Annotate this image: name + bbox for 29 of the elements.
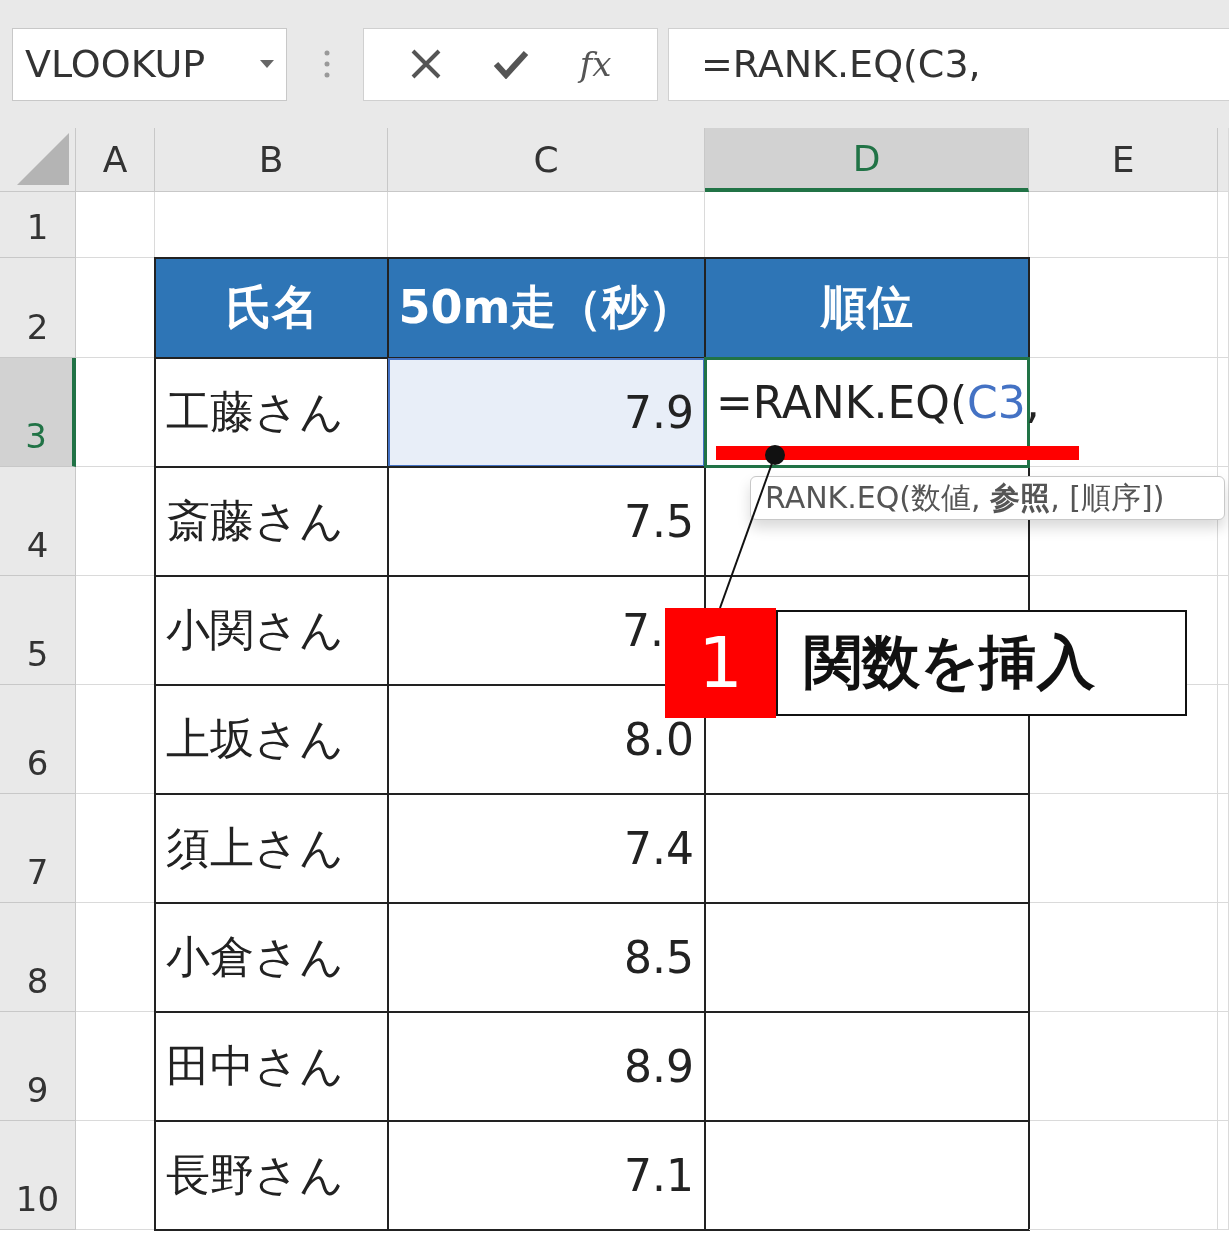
drag-handle-icon[interactable] (323, 49, 331, 79)
formula-field[interactable]: =RANK.EQ(C3, (668, 27, 1229, 101)
row-header[interactable]: 3 (0, 358, 76, 467)
column-header[interactable]: A (76, 128, 155, 192)
row-header[interactable]: 2 (0, 258, 76, 358)
step-number: 1 (665, 608, 776, 718)
row-header[interactable]: 5 (0, 576, 76, 685)
row-header[interactable]: 6 (0, 685, 76, 794)
dropdown-caret-icon[interactable] (260, 60, 274, 68)
insert-function-button[interactable]: fx (575, 40, 616, 88)
row-header[interactable]: 1 (0, 192, 76, 258)
row-header[interactable]: 10 (0, 1121, 76, 1230)
row-header[interactable]: 8 (0, 903, 76, 1012)
name-box[interactable]: VLOOKUP (12, 27, 287, 101)
table-cell: 長野さん (154, 1120, 389, 1231)
function-tooltip: RANK.EQ(数値, 参照, [順序]) (750, 476, 1225, 520)
column-header[interactable]: C (388, 128, 705, 192)
name-box-value: VLOOKUP (25, 42, 206, 86)
row-header[interactable]: 9 (0, 1012, 76, 1121)
row-header[interactable]: 7 (0, 794, 76, 903)
table-header-cell: 50m走（秒） (387, 257, 706, 359)
table-header-cell: 氏名 (154, 257, 389, 359)
callout-label: 関数を挿入 (776, 610, 1187, 716)
table-cell: 7.9 (387, 357, 706, 468)
column-header[interactable]: B (155, 128, 388, 192)
column-header[interactable]: D (705, 128, 1029, 192)
table-header-cell: 順位 (704, 257, 1030, 359)
column-header[interactable]: E (1029, 128, 1218, 192)
row-header[interactable]: 4 (0, 467, 76, 576)
